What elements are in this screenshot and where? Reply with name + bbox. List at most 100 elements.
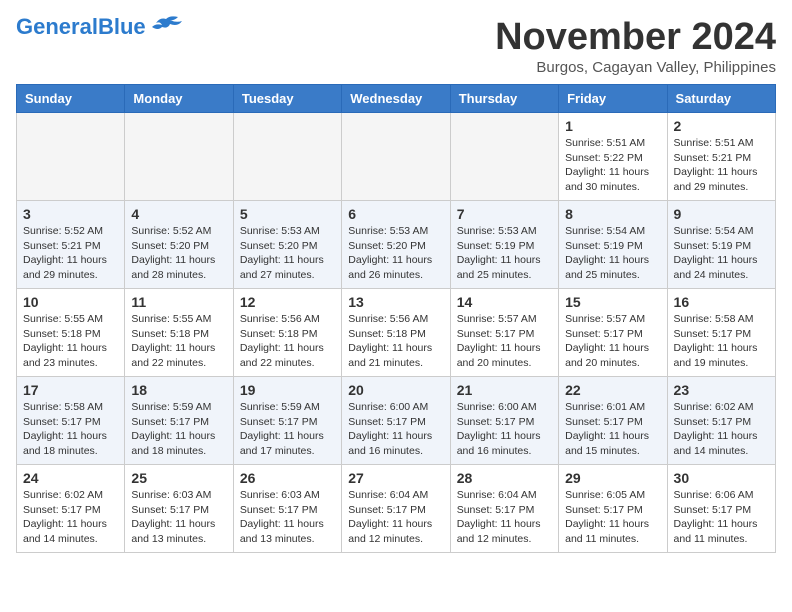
- day-number: 30: [674, 470, 769, 486]
- calendar-day-cell: 17 Sunrise: 5:58 AMSunset: 5:17 PMDayligh…: [17, 377, 125, 465]
- calendar-day-cell: 8 Sunrise: 5:54 AMSunset: 5:19 PMDaylight…: [559, 201, 667, 289]
- day-info: Sunrise: 5:55 AMSunset: 5:18 PMDaylight:…: [23, 313, 107, 369]
- day-number: 3: [23, 206, 118, 222]
- calendar-week-row: 3 Sunrise: 5:52 AMSunset: 5:21 PMDaylight…: [17, 201, 776, 289]
- day-of-week-header: Sunday: [17, 85, 125, 113]
- day-info: Sunrise: 5:54 AMSunset: 5:19 PMDaylight:…: [565, 225, 649, 281]
- day-of-week-header: Saturday: [667, 85, 775, 113]
- day-number: 1: [565, 118, 660, 134]
- day-number: 26: [240, 470, 335, 486]
- day-info: Sunrise: 5:59 AMSunset: 5:17 PMDaylight:…: [240, 401, 324, 457]
- calendar-day-cell: 7 Sunrise: 5:53 AMSunset: 5:19 PMDaylight…: [450, 201, 558, 289]
- calendar-day-cell: 15 Sunrise: 5:57 AMSunset: 5:17 PMDayligh…: [559, 289, 667, 377]
- day-number: 5: [240, 206, 335, 222]
- day-info: Sunrise: 5:56 AMSunset: 5:18 PMDaylight:…: [240, 313, 324, 369]
- day-info: Sunrise: 5:51 AMSunset: 5:21 PMDaylight:…: [674, 137, 758, 193]
- calendar-day-cell: 2 Sunrise: 5:51 AMSunset: 5:21 PMDaylight…: [667, 113, 775, 201]
- calendar-day-cell: 16 Sunrise: 5:58 AMSunset: 5:17 PMDayligh…: [667, 289, 775, 377]
- day-info: Sunrise: 5:55 AMSunset: 5:18 PMDaylight:…: [131, 313, 215, 369]
- day-info: Sunrise: 5:53 AMSunset: 5:20 PMDaylight:…: [348, 225, 432, 281]
- logo-text: GeneralBlue: [16, 16, 146, 38]
- calendar-day-cell: 18 Sunrise: 5:59 AMSunset: 5:17 PMDayligh…: [125, 377, 233, 465]
- calendar-day-cell: [342, 113, 450, 201]
- day-number: 28: [457, 470, 552, 486]
- day-info: Sunrise: 6:04 AMSunset: 5:17 PMDaylight:…: [348, 489, 432, 545]
- day-info: Sunrise: 5:57 AMSunset: 5:17 PMDaylight:…: [457, 313, 541, 369]
- day-info: Sunrise: 6:02 AMSunset: 5:17 PMDaylight:…: [674, 401, 758, 457]
- day-info: Sunrise: 6:03 AMSunset: 5:17 PMDaylight:…: [240, 489, 324, 545]
- calendar-day-cell: 1 Sunrise: 5:51 AMSunset: 5:22 PMDaylight…: [559, 113, 667, 201]
- calendar-table: SundayMondayTuesdayWednesdayThursdayFrid…: [16, 84, 776, 553]
- calendar-day-cell: [125, 113, 233, 201]
- day-number: 17: [23, 382, 118, 398]
- day-info: Sunrise: 5:58 AMSunset: 5:17 PMDaylight:…: [23, 401, 107, 457]
- calendar-day-cell: [450, 113, 558, 201]
- calendar-day-cell: 14 Sunrise: 5:57 AMSunset: 5:17 PMDayligh…: [450, 289, 558, 377]
- calendar-day-cell: [233, 113, 341, 201]
- day-number: 10: [23, 294, 118, 310]
- logo-bird-icon: [148, 15, 184, 37]
- logo: GeneralBlue: [16, 16, 136, 38]
- day-number: 29: [565, 470, 660, 486]
- calendar-week-row: 24Sunrise: 6:02 AMSunset: 5:17 PMDayligh…: [17, 465, 776, 553]
- calendar-day-cell: 20 Sunrise: 6:00 AMSunset: 5:17 PMDayligh…: [342, 377, 450, 465]
- day-info: Sunrise: 5:53 AMSunset: 5:19 PMDaylight:…: [457, 225, 541, 281]
- calendar-day-cell: 30Sunrise: 6:06 AMSunset: 5:17 PMDayligh…: [667, 465, 775, 553]
- calendar-day-cell: 9 Sunrise: 5:54 AMSunset: 5:19 PMDaylight…: [667, 201, 775, 289]
- day-number: 2: [674, 118, 769, 134]
- day-of-week-header: Monday: [125, 85, 233, 113]
- day-of-week-header: Thursday: [450, 85, 558, 113]
- day-info: Sunrise: 6:00 AMSunset: 5:17 PMDaylight:…: [348, 401, 432, 457]
- location: Burgos, Cagayan Valley, Philippines: [495, 59, 776, 76]
- day-info: Sunrise: 5:51 AMSunset: 5:22 PMDaylight:…: [565, 137, 649, 193]
- day-info: Sunrise: 5:53 AMSunset: 5:20 PMDaylight:…: [240, 225, 324, 281]
- day-of-week-header: Wednesday: [342, 85, 450, 113]
- day-number: 18: [131, 382, 226, 398]
- day-number: 15: [565, 294, 660, 310]
- day-number: 11: [131, 294, 226, 310]
- day-info: Sunrise: 5:56 AMSunset: 5:18 PMDaylight:…: [348, 313, 432, 369]
- day-of-week-header: Friday: [559, 85, 667, 113]
- day-number: 6: [348, 206, 443, 222]
- day-number: 19: [240, 382, 335, 398]
- calendar-day-cell: 21 Sunrise: 6:00 AMSunset: 5:17 PMDayligh…: [450, 377, 558, 465]
- calendar-day-cell: 22Sunrise: 6:01 AMSunset: 5:17 PMDayligh…: [559, 377, 667, 465]
- calendar-day-cell: 23Sunrise: 6:02 AMSunset: 5:17 PMDayligh…: [667, 377, 775, 465]
- day-number: 8: [565, 206, 660, 222]
- day-info: Sunrise: 5:57 AMSunset: 5:17 PMDaylight:…: [565, 313, 649, 369]
- day-number: 14: [457, 294, 552, 310]
- day-number: 25: [131, 470, 226, 486]
- day-number: 12: [240, 294, 335, 310]
- calendar-day-cell: 24Sunrise: 6:02 AMSunset: 5:17 PMDayligh…: [17, 465, 125, 553]
- day-info: Sunrise: 6:00 AMSunset: 5:17 PMDaylight:…: [457, 401, 541, 457]
- calendar-day-cell: 29 Sunrise: 6:05 AMSunset: 5:17 PMDayligh…: [559, 465, 667, 553]
- calendar-week-row: 17 Sunrise: 5:58 AMSunset: 5:17 PMDayligh…: [17, 377, 776, 465]
- day-info: Sunrise: 6:04 AMSunset: 5:17 PMDaylight:…: [457, 489, 541, 545]
- day-info: Sunrise: 5:52 AMSunset: 5:21 PMDaylight:…: [23, 225, 107, 281]
- day-number: 22: [565, 382, 660, 398]
- day-info: Sunrise: 5:54 AMSunset: 5:19 PMDaylight:…: [674, 225, 758, 281]
- day-number: 21: [457, 382, 552, 398]
- day-number: 9: [674, 206, 769, 222]
- title-section: November 2024 Burgos, Cagayan Valley, Ph…: [495, 16, 776, 76]
- day-number: 20: [348, 382, 443, 398]
- month-title: November 2024: [495, 16, 776, 59]
- day-info: Sunrise: 6:05 AMSunset: 5:17 PMDaylight:…: [565, 489, 649, 545]
- day-number: 27: [348, 470, 443, 486]
- calendar-day-cell: 12 Sunrise: 5:56 AMSunset: 5:18 PMDayligh…: [233, 289, 341, 377]
- calendar-day-cell: 26 Sunrise: 6:03 AMSunset: 5:17 PMDayligh…: [233, 465, 341, 553]
- day-info: Sunrise: 5:59 AMSunset: 5:17 PMDaylight:…: [131, 401, 215, 457]
- day-number: 13: [348, 294, 443, 310]
- calendar-day-cell: 10 Sunrise: 5:55 AMSunset: 5:18 PMDayligh…: [17, 289, 125, 377]
- day-number: 4: [131, 206, 226, 222]
- page-header: GeneralBlue November 2024 Burgos, Cagaya…: [16, 16, 776, 76]
- day-number: 24: [23, 470, 118, 486]
- calendar-day-cell: 19 Sunrise: 5:59 AMSunset: 5:17 PMDayligh…: [233, 377, 341, 465]
- day-number: 7: [457, 206, 552, 222]
- calendar-day-cell: 27 Sunrise: 6:04 AMSunset: 5:17 PMDayligh…: [342, 465, 450, 553]
- day-info: Sunrise: 6:03 AMSunset: 5:17 PMDaylight:…: [131, 489, 215, 545]
- day-number: 16: [674, 294, 769, 310]
- calendar-day-cell: 25 Sunrise: 6:03 AMSunset: 5:17 PMDayligh…: [125, 465, 233, 553]
- calendar-day-cell: [17, 113, 125, 201]
- day-info: Sunrise: 5:58 AMSunset: 5:17 PMDaylight:…: [674, 313, 758, 369]
